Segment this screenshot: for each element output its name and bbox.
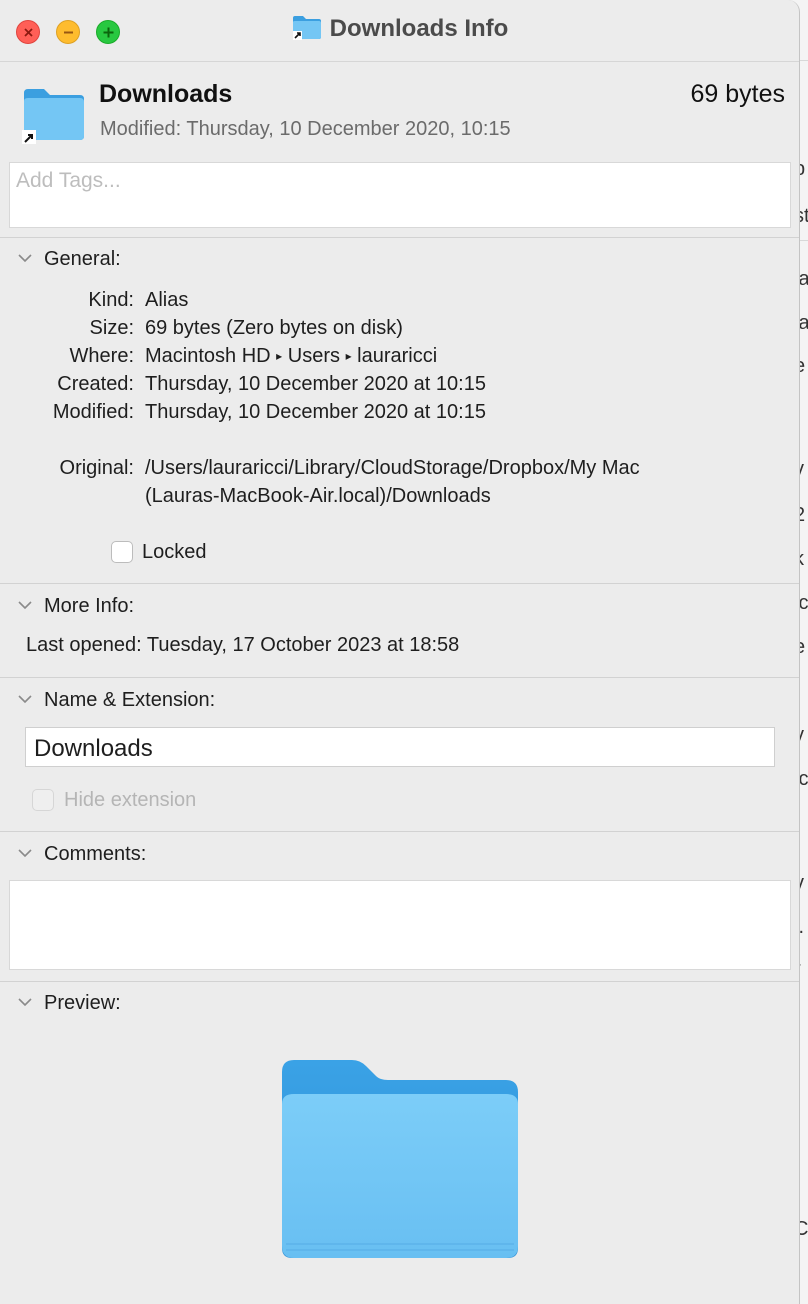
original-path-line-1: /Users/lauraricci/Library/CloudStorage/D… bbox=[145, 457, 640, 479]
last-opened-value: Tuesday, 17 October 2023 at 18:58 bbox=[146, 634, 460, 656]
kind-label: Kind: bbox=[88, 289, 134, 311]
modified-summary: Modified: Thursday, 10 December 2020, 10… bbox=[100, 118, 511, 141]
kind-value: Alias bbox=[145, 289, 189, 311]
section-title: Name & Extension: bbox=[44, 689, 216, 711]
created-value: Thursday, 10 December 2020 at 10:15 bbox=[145, 373, 486, 395]
path-segment: Users bbox=[287, 345, 340, 367]
divider bbox=[0, 677, 799, 678]
size-label: Size: bbox=[89, 317, 134, 339]
modified-value: Thursday, 10 December 2020, 10:15 bbox=[186, 118, 511, 140]
original-label: Original: bbox=[59, 457, 134, 479]
divider bbox=[0, 237, 799, 238]
hide-extension-checkbox[interactable] bbox=[32, 789, 54, 811]
where-label: Where: bbox=[69, 345, 134, 367]
window-title: Downloads Info bbox=[329, 15, 509, 42]
divider bbox=[0, 583, 799, 584]
chevron-down-icon bbox=[18, 990, 32, 1007]
get-info-window: Downloads Info Downloads 69 bytes Modifi… bbox=[0, 0, 800, 1304]
tags-field[interactable] bbox=[9, 162, 791, 228]
created-label: Created: bbox=[57, 373, 134, 395]
section-title: More Info: bbox=[44, 595, 135, 617]
section-general-toggle[interactable]: General: bbox=[18, 246, 121, 271]
modified-label: Modified: bbox=[52, 401, 134, 423]
name-field[interactable] bbox=[25, 727, 775, 767]
file-name: Downloads bbox=[99, 80, 233, 108]
divider bbox=[0, 981, 799, 982]
modified-label: Modified: bbox=[100, 118, 182, 140]
section-title: General: bbox=[44, 248, 121, 270]
original-path-line-2: (Lauras-MacBook-Air.local)/Downloads bbox=[145, 485, 491, 507]
path-segment: Macintosh HD bbox=[145, 345, 271, 367]
comments-box[interactable] bbox=[9, 880, 791, 970]
last-opened-label: Last opened: bbox=[26, 634, 142, 656]
locked-checkbox[interactable] bbox=[111, 541, 133, 563]
chevron-down-icon bbox=[18, 246, 32, 263]
file-size: 69 bytes bbox=[690, 80, 785, 108]
section-more-info-toggle[interactable]: More Info: bbox=[18, 593, 134, 618]
alias-folder-icon bbox=[292, 14, 322, 47]
path-arrow-icon: ▸ bbox=[345, 349, 352, 363]
section-preview-toggle[interactable]: Preview: bbox=[18, 990, 121, 1015]
size-value: 69 bytes (Zero bytes on disk) bbox=[145, 317, 403, 339]
section-title: Preview: bbox=[44, 992, 121, 1014]
section-name-extension-toggle[interactable]: Name & Extension: bbox=[18, 687, 215, 712]
locked-label: Locked bbox=[142, 541, 207, 563]
chevron-down-icon bbox=[18, 841, 32, 858]
alias-folder-icon bbox=[22, 86, 86, 149]
name-input[interactable] bbox=[32, 734, 756, 764]
last-opened-row: Last opened: Tuesday, 17 October 2023 at… bbox=[26, 634, 459, 657]
path-segment: lauraricci bbox=[357, 345, 438, 367]
hide-extension-label: Hide extension bbox=[64, 789, 197, 811]
where-path: Macintosh HD ▸ Users ▸ lauraricci bbox=[145, 345, 437, 368]
tags-input[interactable] bbox=[14, 168, 778, 194]
folder-preview-icon bbox=[280, 1058, 520, 1269]
divider bbox=[0, 831, 799, 832]
chevron-down-icon bbox=[18, 687, 32, 704]
path-arrow-icon: ▸ bbox=[276, 349, 283, 363]
window-title-wrap: Downloads Info bbox=[0, 14, 799, 47]
section-comments-toggle[interactable]: Comments: bbox=[18, 841, 146, 866]
modified-value: Thursday, 10 December 2020 at 10:15 bbox=[145, 401, 486, 423]
title-bar[interactable]: Downloads Info bbox=[0, 0, 799, 62]
chevron-down-icon bbox=[18, 593, 32, 610]
section-title: Comments: bbox=[44, 843, 147, 865]
comments-textarea[interactable] bbox=[10, 881, 790, 969]
